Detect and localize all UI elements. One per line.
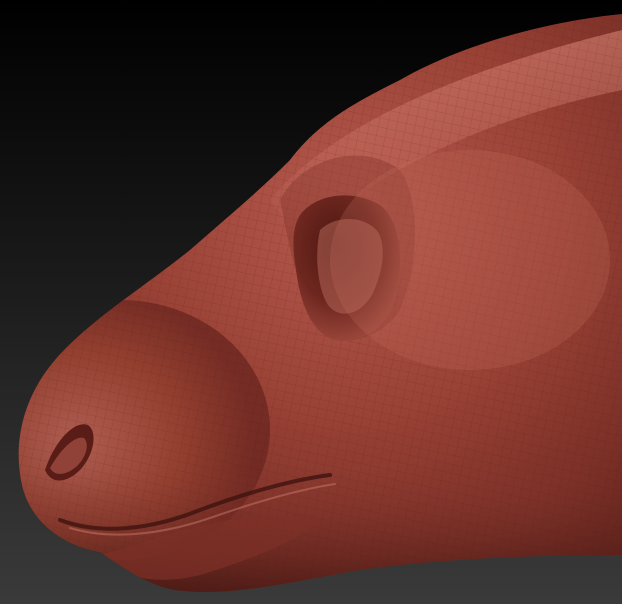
sculpt-render	[18, 14, 622, 592]
viewport-canvas[interactable]	[0, 0, 622, 604]
